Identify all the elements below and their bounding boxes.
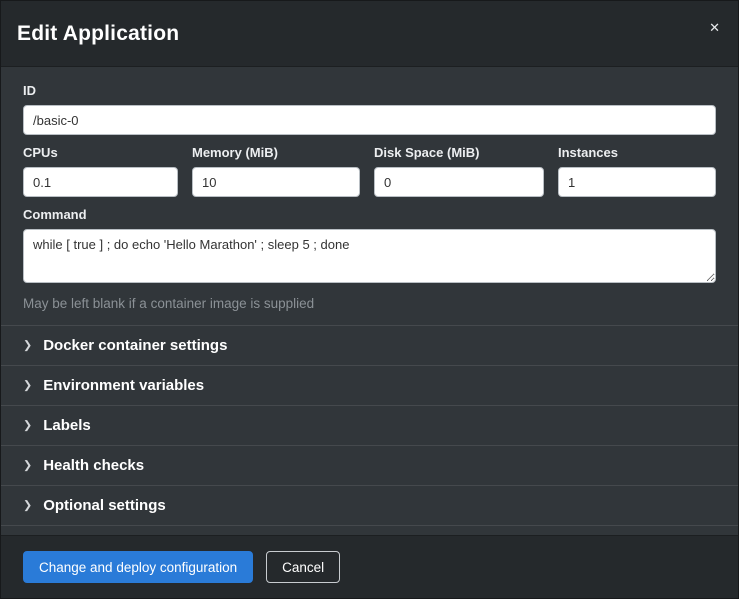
chevron-right-icon: ❯ (23, 461, 32, 472)
disk-input[interactable] (374, 167, 544, 197)
memory-field-group: Memory (MiB) (192, 135, 360, 197)
modal-footer: Change and deploy configuration Cancel (1, 535, 738, 598)
modal-header: Edit Application ✕ (1, 1, 738, 67)
id-input[interactable] (23, 105, 716, 135)
command-help-text: May be left blank if a container image i… (23, 296, 716, 311)
memory-input[interactable] (192, 167, 360, 197)
edit-application-modal: Edit Application ✕ ID CPUs Memory (MiB) … (0, 0, 739, 599)
divider (1, 525, 738, 526)
section-health-checks[interactable]: ❯ Health checks (1, 446, 738, 485)
section-environment-variables[interactable]: ❯ Environment variables (1, 366, 738, 405)
disk-field-group: Disk Space (MiB) (374, 135, 544, 197)
memory-label: Memory (MiB) (192, 145, 360, 160)
section-optional-settings[interactable]: ❯ Optional settings (1, 486, 738, 525)
chevron-right-icon: ❯ (23, 501, 32, 512)
chevron-right-icon: ❯ (23, 421, 32, 432)
cancel-button[interactable]: Cancel (266, 551, 340, 583)
command-textarea[interactable]: while [ true ] ; do echo 'Hello Marathon… (23, 229, 716, 283)
id-label: ID (23, 83, 716, 98)
cpus-label: CPUs (23, 145, 178, 160)
section-label: Environment variables (43, 377, 204, 394)
section-label: Labels (43, 417, 91, 434)
instances-label: Instances (558, 145, 716, 160)
cpus-input[interactable] (23, 167, 178, 197)
command-label: Command (23, 207, 716, 222)
instances-input[interactable] (558, 167, 716, 197)
change-and-deploy-button[interactable]: Change and deploy configuration (23, 551, 253, 583)
chevron-right-icon: ❯ (23, 381, 32, 392)
section-label: Health checks (43, 457, 144, 474)
close-icon[interactable]: ✕ (705, 17, 724, 38)
section-label: Docker container settings (43, 337, 227, 354)
cpus-field-group: CPUs (23, 135, 178, 197)
section-labels[interactable]: ❯ Labels (1, 406, 738, 445)
modal-body: ID CPUs Memory (MiB) Disk Space (MiB) In… (1, 67, 738, 535)
disk-label: Disk Space (MiB) (374, 145, 544, 160)
instances-field-group: Instances (558, 135, 716, 197)
section-docker-container-settings[interactable]: ❯ Docker container settings (1, 326, 738, 365)
modal-title: Edit Application (17, 22, 179, 46)
section-label: Optional settings (43, 497, 166, 514)
chevron-right-icon: ❯ (23, 341, 32, 352)
